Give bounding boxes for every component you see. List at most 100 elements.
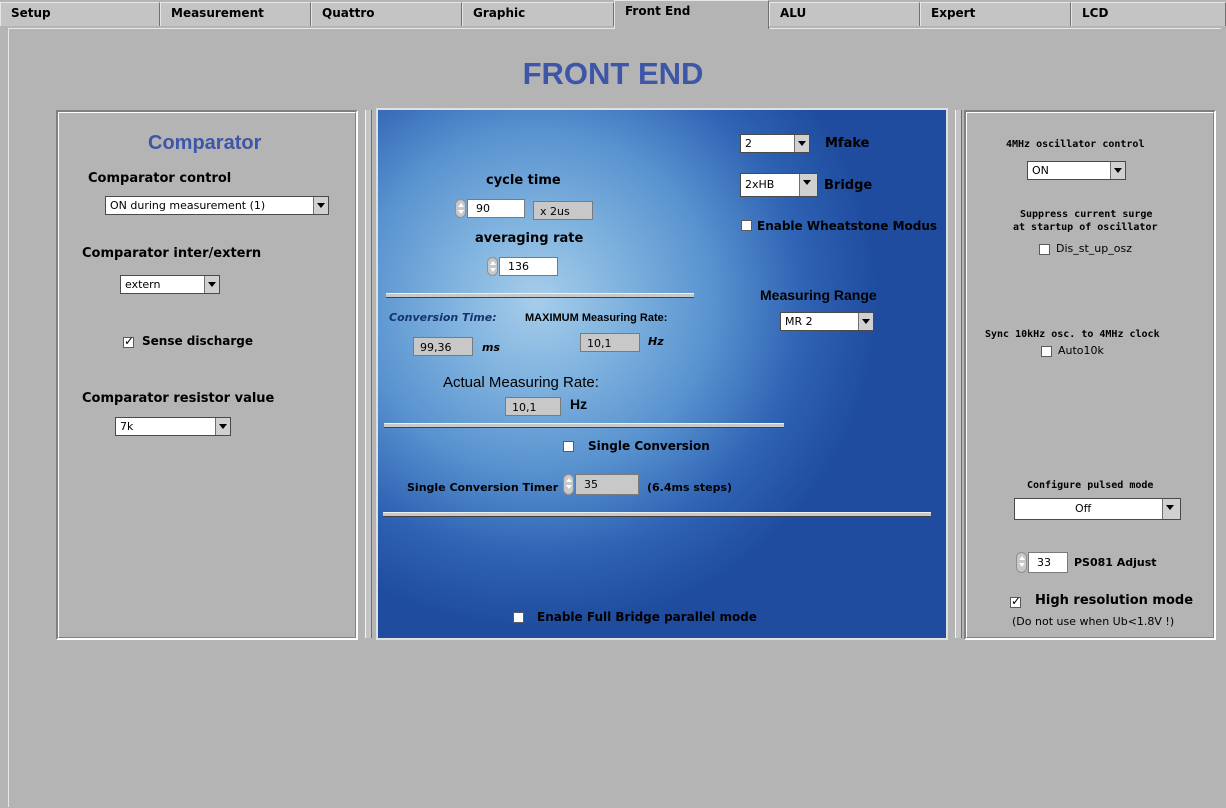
inter-extern-dropdown[interactable]: extern [120, 275, 220, 294]
suppress-label-1: Suppress current surge [1020, 209, 1153, 220]
sense-discharge-label: Sense discharge [142, 334, 254, 348]
chevron-down-icon[interactable] [204, 276, 219, 293]
averaging-rate-input[interactable]: 136 [499, 257, 558, 276]
measuring-range-label: Measuring Range [760, 287, 877, 303]
single-timer-input[interactable]: 35 [575, 474, 639, 495]
dropdown-value: MR 2 [785, 315, 813, 328]
resistor-label: Comparator resistor value [82, 391, 275, 406]
tab-expert[interactable]: Expert [920, 2, 1071, 26]
tab-lcd[interactable]: LCD [1071, 2, 1226, 26]
actual-rate-unit: Hz [570, 396, 588, 412]
spinner-icon[interactable] [1016, 552, 1027, 573]
comparator-control-label: Comparator control [88, 171, 232, 186]
measuring-range-dropdown[interactable]: MR 2 [780, 312, 874, 331]
cycle-time-unit: x 2us [533, 201, 593, 220]
sense-discharge-checkbox[interactable] [123, 334, 134, 348]
tab-label: Setup [11, 6, 51, 20]
high-res-label: High resolution mode [1035, 593, 1194, 608]
mfake-dropdown[interactable]: 2 [740, 134, 810, 153]
chevron-down-icon[interactable] [858, 313, 873, 330]
tab-label: Quattro [322, 6, 375, 20]
comparator-title: Comparator [148, 132, 262, 154]
wheatstone-checkbox[interactable] [741, 220, 752, 231]
chevron-down-icon[interactable] [215, 418, 230, 435]
conversion-time-value: 99,36 [413, 337, 473, 356]
chevron-down-icon[interactable] [313, 197, 328, 214]
suppress-label-2: at startup of oscillator [1013, 222, 1158, 233]
chevron-down-icon[interactable] [799, 174, 817, 196]
actual-rate-value: 10,1 [505, 397, 561, 416]
dropdown-value: 2 [745, 137, 752, 150]
high-res-note: (Do not use when Ub<1.8V !) [1012, 615, 1175, 628]
tab-setup[interactable]: Setup [0, 2, 160, 26]
auto10k-checkbox[interactable] [1041, 346, 1052, 357]
conversion-time-label: Conversion Time: [389, 311, 497, 324]
pulsed-mode-label: Configure pulsed mode [1027, 480, 1154, 491]
dis-st-up-osz-label: Dis_st_up_osz [1056, 242, 1132, 255]
osc-label: 4MHz oscillator control [1006, 139, 1145, 150]
dropdown-value: 7k [120, 420, 134, 433]
inter-extern-label: Comparator inter/extern [82, 246, 262, 261]
full-bridge-checkbox[interactable] [513, 612, 524, 623]
tab-bar: Setup Measurement Quattro Graphic Front … [0, 0, 1226, 29]
bridge-label: Bridge [824, 178, 873, 193]
single-conversion-label: Single Conversion [588, 439, 710, 453]
dropdown-value: 2xHB [745, 178, 775, 191]
dropdown-value: ON during measurement (1) [110, 199, 266, 212]
ps081-adjust-input[interactable]: 33 [1028, 552, 1068, 573]
tab-label: Graphic [473, 6, 526, 20]
ps081-adjust-label: PS081 Adjust [1074, 556, 1157, 569]
resistor-dropdown[interactable]: 7k [115, 417, 231, 436]
averaging-rate-label: averaging rate [475, 231, 584, 246]
dropdown-value: extern [125, 278, 161, 291]
max-rate-unit: Hz [648, 335, 664, 348]
spinner-icon[interactable] [455, 199, 466, 218]
wheatstone-label: Enable Wheatstone Modus [757, 219, 938, 233]
max-rate-value: 10,1 [580, 333, 640, 352]
panel-divider [955, 110, 962, 638]
conversion-time-unit: ms [482, 341, 501, 354]
chevron-down-icon[interactable] [1110, 162, 1125, 179]
comparator-control-dropdown[interactable]: ON during measurement (1) [105, 196, 329, 215]
dropdown-value: Off [1075, 502, 1092, 515]
high-res-checkbox[interactable] [1010, 594, 1021, 608]
sync-label: Sync 10kHz osc. to 4MHz clock [985, 329, 1160, 340]
cycle-time-input[interactable]: 90 [467, 199, 525, 218]
spinner-icon[interactable] [563, 474, 574, 495]
comparator-panel [56, 110, 358, 640]
separator [384, 423, 784, 428]
tab-label: ALU [780, 6, 807, 20]
page-title: FRONT END [522, 56, 704, 91]
separator [383, 512, 931, 517]
panel-divider [365, 110, 372, 638]
single-conversion-checkbox[interactable] [563, 441, 574, 452]
mfake-label: Mfake [825, 136, 870, 151]
dis-st-up-osz-checkbox[interactable] [1039, 244, 1050, 255]
cycle-time-control[interactable]: 90 [455, 199, 525, 218]
averaging-rate-control[interactable]: 136 [487, 257, 558, 276]
pulsed-mode-dropdown[interactable]: Off [1014, 498, 1181, 520]
single-timer-control[interactable]: 35 [563, 474, 639, 495]
ps081-adjust-control[interactable]: 33 [1016, 552, 1068, 573]
tab-label: Measurement [171, 6, 264, 20]
dropdown-value: ON [1032, 164, 1049, 177]
full-bridge-label: Enable Full Bridge parallel mode [537, 610, 757, 624]
single-timer-unit: (6.4ms steps) [647, 481, 733, 494]
single-timer-label: Single Conversion Timer [407, 481, 559, 494]
tab-front-end[interactable]: Front End [614, 0, 769, 29]
tab-measurement[interactable]: Measurement [160, 2, 311, 26]
tab-label: Front End [625, 4, 691, 18]
tab-label: Expert [931, 6, 976, 20]
chevron-down-icon[interactable] [794, 135, 809, 152]
osc-dropdown[interactable]: ON [1027, 161, 1126, 180]
cycle-time-label: cycle time [486, 173, 561, 188]
max-rate-label: MAXIMUM Measuring Rate: [525, 312, 668, 324]
chevron-down-icon[interactable] [1162, 499, 1180, 519]
bridge-dropdown[interactable]: 2xHB [740, 173, 818, 197]
tab-graphic[interactable]: Graphic [462, 2, 614, 26]
tab-alu[interactable]: ALU [769, 2, 920, 26]
tab-quattro[interactable]: Quattro [311, 2, 462, 26]
tab-label: LCD [1082, 6, 1109, 20]
spinner-icon[interactable] [487, 257, 498, 276]
auto10k-label: Auto10k [1058, 344, 1104, 357]
